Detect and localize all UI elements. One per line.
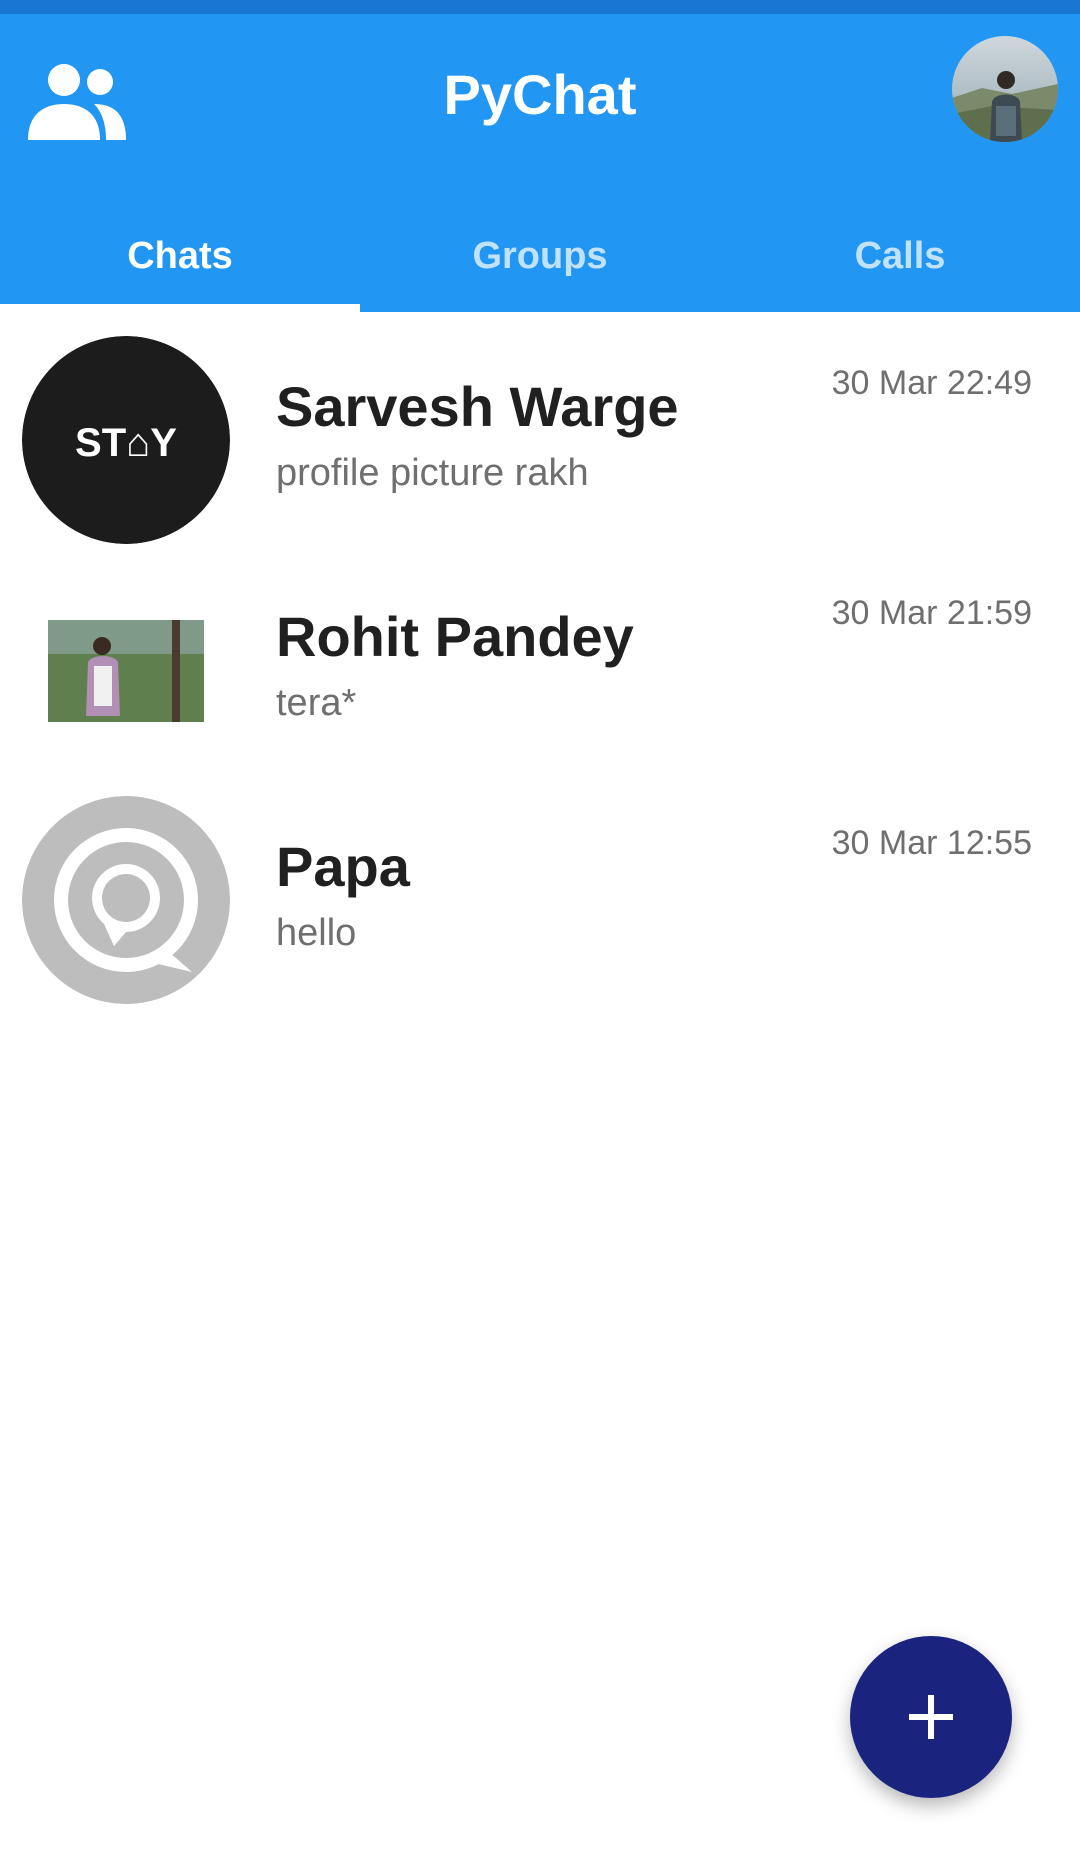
tab-groups[interactable]: Groups: [360, 200, 720, 312]
chat-list: ST⌂Y Sarvesh Warge profile picture rakh …: [0, 312, 1080, 1004]
avatar-logo-text: ST⌂Y: [75, 421, 177, 465]
avatar: [22, 796, 230, 1004]
chat-time: 30 Mar 21:59: [831, 594, 1032, 632]
chat-item-rohit-pandey[interactable]: Rohit Pandey tera* 30 Mar 21:59: [0, 542, 1080, 774]
new-chat-button[interactable]: [850, 1636, 1012, 1798]
chat-preview: hello: [276, 912, 357, 954]
stay-logo-icon: ST⌂Y: [22, 336, 230, 544]
chat-name: Rohit Pandey: [276, 605, 634, 668]
chat-name: Sarvesh Warge: [276, 375, 679, 438]
chat-preview: profile picture rakh: [276, 452, 589, 494]
app-title: PyChat: [443, 63, 637, 126]
contact-photo: [22, 566, 230, 774]
chat-time: 30 Mar 22:49: [831, 364, 1032, 402]
default-avatar-icon: [22, 796, 230, 1004]
tab-calls[interactable]: Calls: [720, 200, 1080, 312]
profile-photo: [952, 36, 1058, 142]
chat-item-sarvesh-warge[interactable]: ST⌂Y Sarvesh Warge profile picture rakh …: [0, 312, 1080, 544]
app-bar: PyChat Chats Groups Calls: [0, 14, 1080, 312]
active-tab-indicator: [0, 304, 360, 312]
chat-item-papa[interactable]: Papa hello 30 Mar 12:55: [0, 772, 1080, 1004]
chat-preview: tera*: [276, 682, 357, 724]
chat-time: 30 Mar 12:55: [831, 824, 1032, 862]
status-bar-strip: [0, 0, 1080, 14]
plus-icon: [909, 1695, 953, 1739]
profile-avatar[interactable]: [952, 36, 1058, 142]
tab-chats[interactable]: Chats: [0, 200, 360, 312]
chat-name: Papa: [276, 835, 410, 898]
tab-bar: Chats Groups Calls: [0, 200, 1080, 312]
avatar: ST⌂Y: [22, 336, 230, 544]
avatar: [22, 566, 230, 774]
